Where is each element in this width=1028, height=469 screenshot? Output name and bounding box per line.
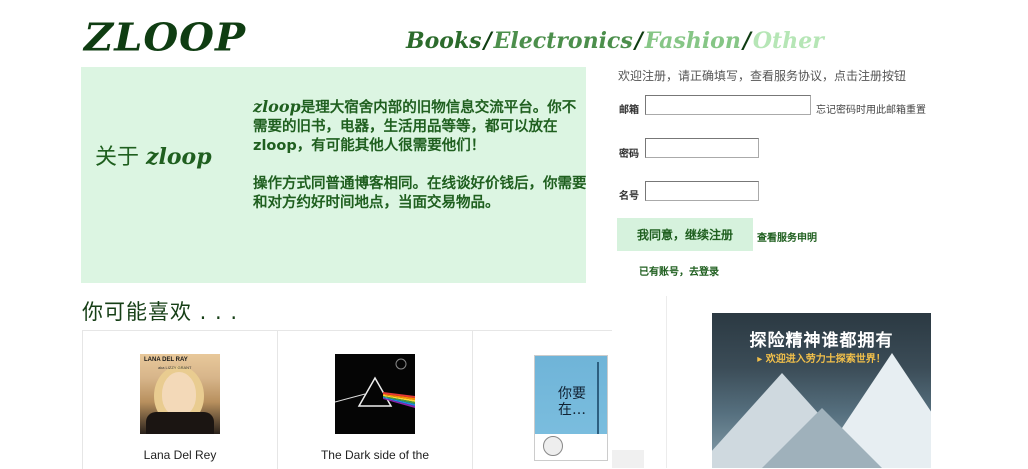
column-divider xyxy=(666,296,667,468)
ad-subtitle: ▸ 欢迎进入劳力士探索世界！ xyxy=(757,354,886,365)
cover-coat xyxy=(146,412,214,434)
product-card[interactable]: LANA DEL RAY aka LIZZY GRANT Lana Del Re… xyxy=(82,331,278,469)
nickname-field[interactable] xyxy=(645,181,759,201)
book-cover[interactable]: 你要在… xyxy=(534,355,608,461)
email-label: 邮箱 xyxy=(619,105,639,116)
about-description: zloop是理大宿舍内部的旧物信息交流平台。你不需要的旧书，电器，生活用品等等，… xyxy=(253,97,587,232)
about-panel: 关于 zloop zloop是理大宿舍内部的旧物信息交流平台。你不需要的旧书，电… xyxy=(81,67,587,283)
terms-link[interactable]: 查看服务申明 xyxy=(757,229,817,244)
category-nav: Books/Electronics/Fashion/Other xyxy=(406,28,824,60)
about-title-prefix: 关于 xyxy=(95,145,146,170)
nickname-label: 名号 xyxy=(619,191,639,202)
recommend-list: LANA DEL RAY aka LIZZY GRANT Lana Del Re… xyxy=(82,330,612,469)
cover-title: LANA DEL RAY xyxy=(144,357,188,363)
nav-other[interactable]: Other xyxy=(753,28,824,54)
password-field[interactable] xyxy=(645,138,759,158)
cover-portrait xyxy=(543,436,563,456)
nav-separator: / xyxy=(742,28,751,54)
nav-fashion[interactable]: Fashion xyxy=(645,28,741,54)
about-brand: zloop xyxy=(253,97,301,116)
product-card[interactable]: The Dark side of the xyxy=(277,331,473,469)
scrollbar-corner xyxy=(612,450,644,468)
site-logo[interactable]: ZLOOP xyxy=(84,15,246,60)
about-paragraph-1: 是理大宿舍内部的旧物信息交流平台。你不需要的旧书，电器，生活用品等等，都可以放在… xyxy=(253,100,577,154)
email-field[interactable] xyxy=(645,95,811,115)
cover-subtitle: aka LIZZY GRANT xyxy=(158,365,192,370)
cover-title: 你要在… xyxy=(558,386,586,418)
ad-title: 探险精神谁都拥有 xyxy=(749,331,894,351)
password-label: 密码 xyxy=(619,149,639,160)
mountain-shape xyxy=(762,408,882,468)
login-link[interactable]: 已有账号，去登录 xyxy=(639,263,719,278)
nav-books[interactable]: Books xyxy=(406,28,482,54)
register-intro: 欢迎注册，请正确填写，查看服务协议，点击注册按钮 xyxy=(618,69,907,83)
nav-separator: / xyxy=(634,28,643,54)
cover-face xyxy=(162,372,196,416)
about-title: 关于 zloop xyxy=(95,139,212,171)
prism-graphic xyxy=(335,358,415,408)
ad-banner[interactable]: 探险精神谁都拥有 ▸ 欢迎进入劳力士探索世界！ xyxy=(712,313,931,468)
agree-register-button[interactable]: 我同意，继续注册 xyxy=(617,218,753,251)
product-caption[interactable]: The Dark side of the xyxy=(278,448,472,462)
about-title-brand: zloop xyxy=(146,144,212,170)
album-cover-dark-side[interactable] xyxy=(335,354,415,434)
cover-spine xyxy=(597,362,599,442)
album-cover-lana-del-rey[interactable]: LANA DEL RAY aka LIZZY GRANT xyxy=(140,354,220,434)
about-paragraph-2: 操作方式同普通博客相同。在线谈好价钱后，你需要和对方约好时间地点，当面交易物品。 xyxy=(253,176,587,211)
product-card[interactable]: 你要在… xyxy=(472,331,612,469)
nav-electronics[interactable]: Electronics xyxy=(494,28,633,54)
product-caption[interactable]: Lana Del Rey xyxy=(83,448,277,462)
email-hint: 忘记密码时用此邮箱重置 xyxy=(816,105,926,116)
recommend-heading: 你可能喜欢 . . . xyxy=(82,300,239,324)
nav-separator: / xyxy=(483,28,492,54)
